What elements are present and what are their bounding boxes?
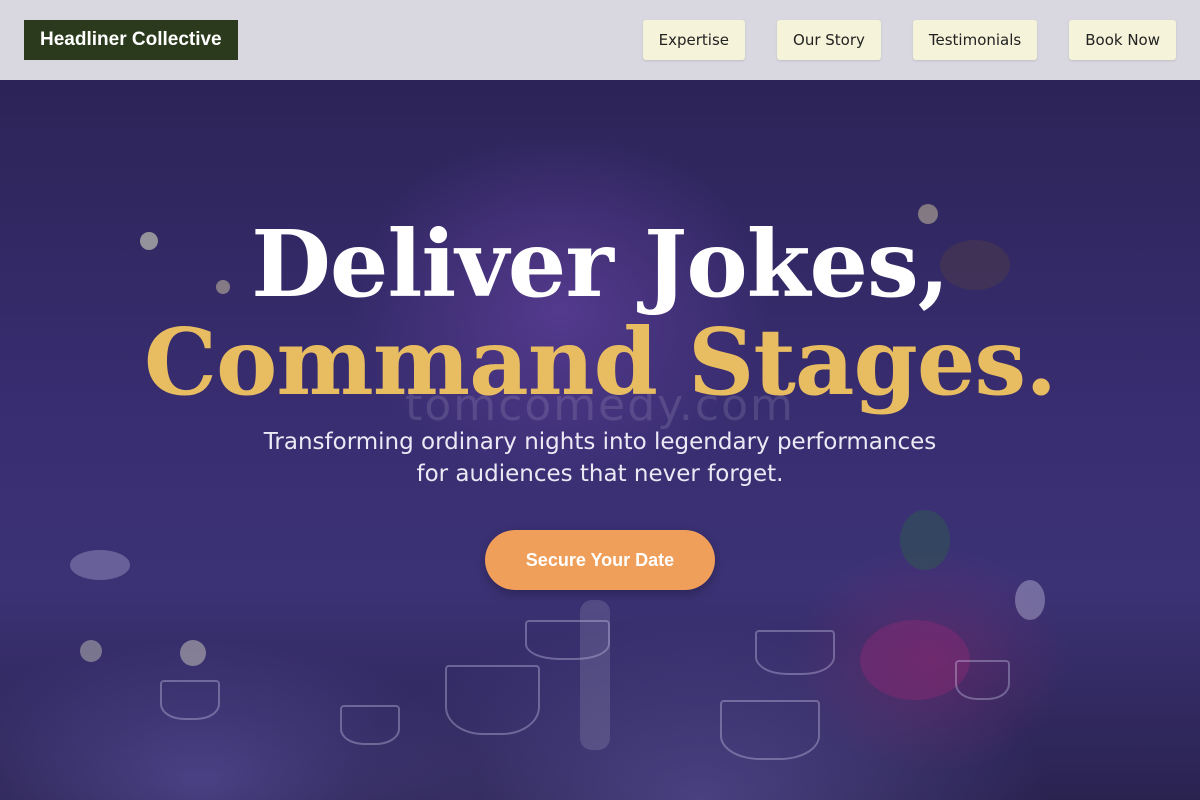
secure-date-button[interactable]: Secure Your Date	[485, 530, 715, 590]
brand-logo[interactable]: Headliner Collective	[24, 20, 238, 60]
site-header: Headliner Collective Expertise Our Story…	[0, 0, 1200, 80]
hero-heading-line1: Deliver Jokes,	[251, 210, 950, 318]
nav-our-story-button[interactable]: Our Story	[777, 20, 881, 60]
hero-subtitle: Transforming ordinary nights into legend…	[263, 429, 937, 487]
nav-testimonials-button[interactable]: Testimonials	[912, 20, 1038, 60]
main-nav: Expertise Our Story Testimonials Book No…	[642, 20, 1176, 60]
hero-heading: Deliver Jokes, Command Stages.	[0, 215, 1200, 411]
hero-section: tomcomedy.com Deliver Jokes, Command Sta…	[0, 80, 1200, 800]
hero-heading-line2: Command Stages.	[143, 308, 1057, 416]
nav-book-now-button[interactable]: Book Now	[1069, 20, 1176, 60]
nav-expertise-button[interactable]: Expertise	[642, 20, 746, 60]
